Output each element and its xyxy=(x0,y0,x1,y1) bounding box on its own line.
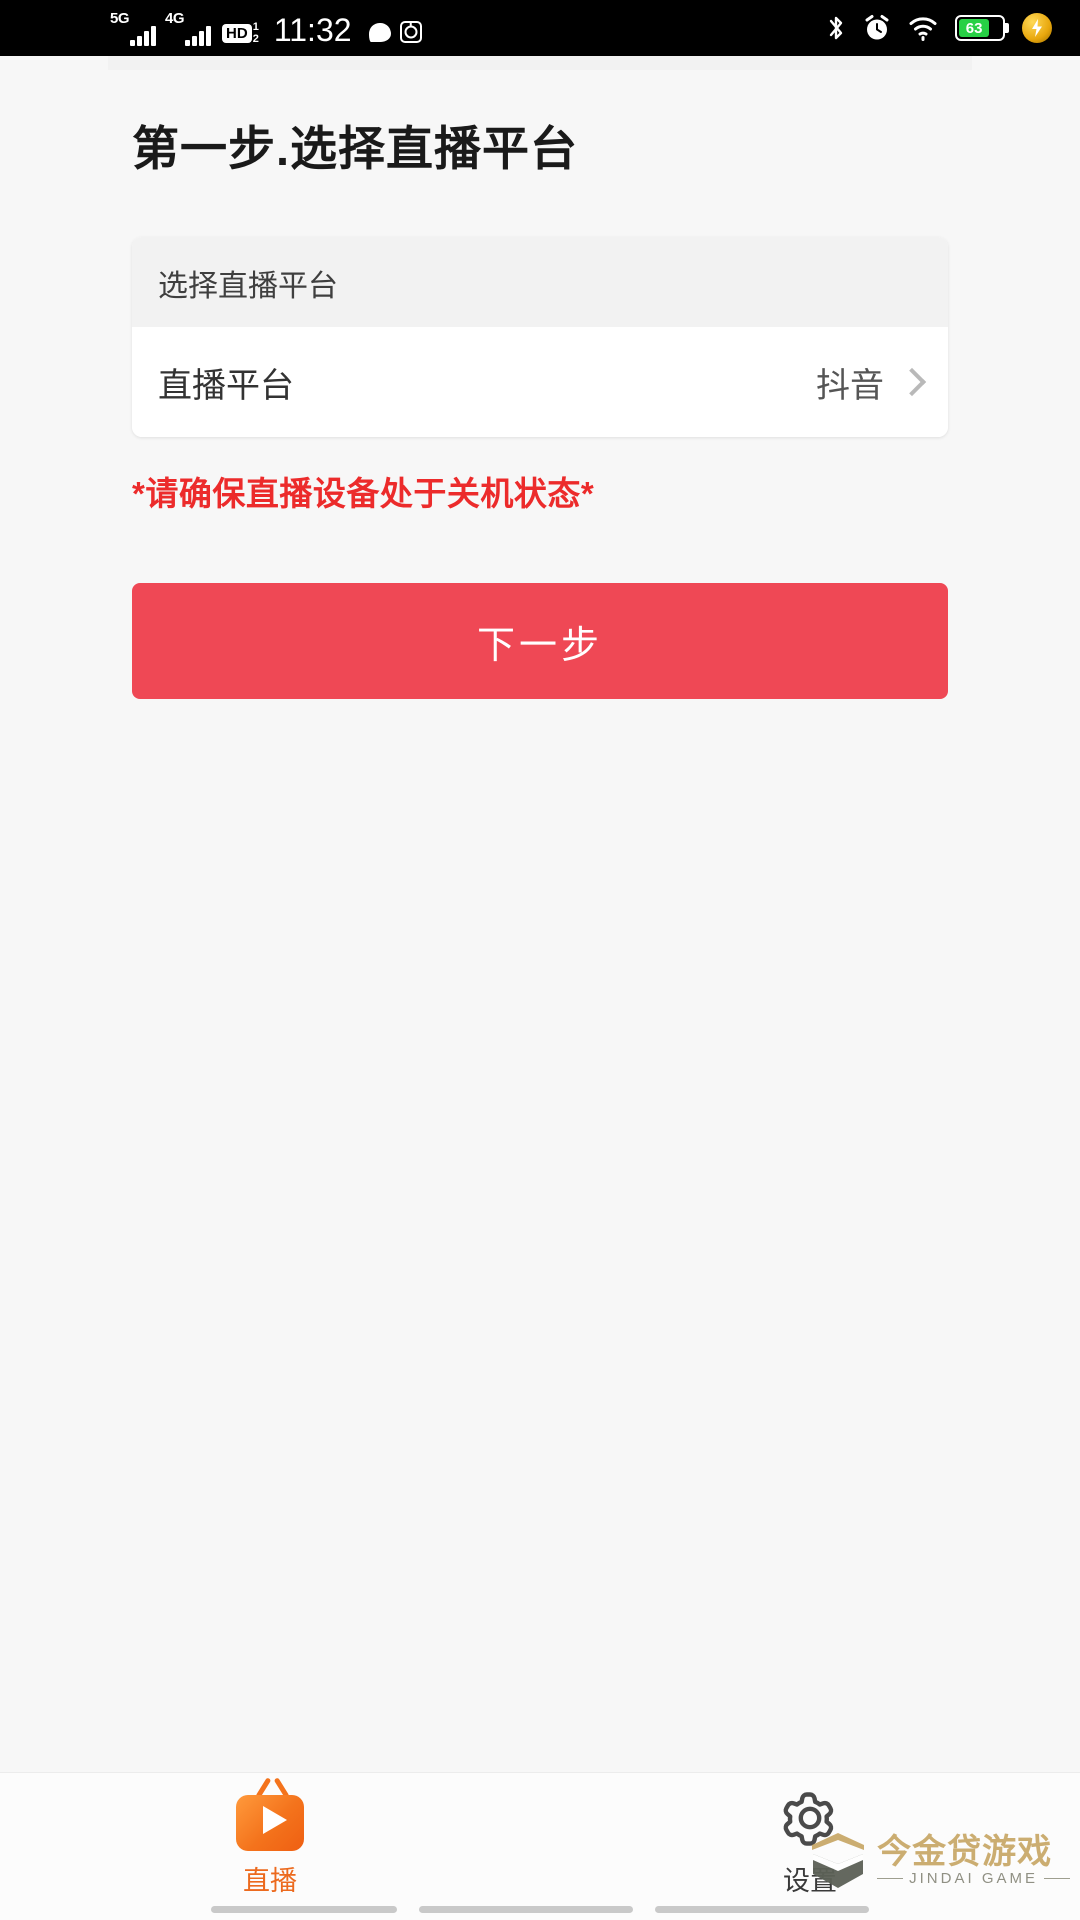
sim-slot-indicator: 1 2 xyxy=(253,22,259,45)
alarm-icon xyxy=(865,15,889,40)
signal-4g: 4G xyxy=(165,9,212,46)
card-header-label: 选择直播平台 xyxy=(132,237,948,327)
play-triangle xyxy=(263,1806,287,1834)
watermark: 今金贷游戏 JINDAI GAME xyxy=(809,1830,1070,1892)
battery-icon: 63 xyxy=(955,15,1005,41)
platform-row-value-group: 抖音 xyxy=(816,358,928,407)
tv-live-icon xyxy=(234,1777,306,1851)
wifi-icon xyxy=(909,17,937,41)
platform-select-card: 选择直播平台 直播平台 抖音 xyxy=(132,237,948,437)
top-spacer xyxy=(108,56,972,70)
status-bar-right: 63 xyxy=(826,13,1052,43)
fast-charge-icon xyxy=(1022,13,1052,43)
status-bar: 5G 4G HD 1 2 11:32 63 xyxy=(0,0,1080,56)
chevron-right-icon xyxy=(897,367,927,397)
gesture-navigation-bar[interactable] xyxy=(0,1906,1080,1916)
signal-bars-icon xyxy=(130,24,157,46)
camera-icon xyxy=(399,20,422,43)
gesture-pill-center xyxy=(419,1906,633,1913)
signal-bars-icon-2 xyxy=(185,24,212,46)
watermark-text: 今金贷游戏 JINDAI GAME xyxy=(877,1832,1070,1887)
network-type-label-secondary: 4G xyxy=(165,9,185,27)
gesture-pill-right xyxy=(655,1906,869,1913)
message-icon xyxy=(368,22,391,42)
signal-5g: 5G xyxy=(110,9,157,46)
sim-slot-bottom: 2 xyxy=(252,32,259,45)
platform-selected-value: 抖音 xyxy=(816,366,884,405)
watermark-main-text: 今金贷游戏 xyxy=(877,1832,1053,1871)
warning-text: *请确保直播设备处于关机状态* xyxy=(132,475,595,512)
nav-item-live[interactable]: 直播 xyxy=(0,1777,540,1898)
next-step-button[interactable]: 下一步 xyxy=(132,583,948,699)
hd-voice-icon: HD 1 2 xyxy=(222,22,259,45)
watermark-shield-icon xyxy=(812,1833,865,1888)
bluetooth-icon xyxy=(829,16,843,40)
gesture-pill-left xyxy=(211,1906,397,1913)
platform-select-row[interactable]: 直播平台 抖音 xyxy=(132,327,948,437)
page-title: 第一步.选择直播平台 xyxy=(132,122,579,175)
main-content: 第一步.选择直播平台 选择直播平台 直播平台 抖音 *请确保直播设备处于关机状态… xyxy=(0,56,1080,1772)
status-bar-clock: 11:32 xyxy=(273,11,352,48)
network-type-label-primary: 5G xyxy=(110,9,130,27)
platform-row-label: 直播平台 xyxy=(158,366,294,405)
watermark-sub-text: JINDAI GAME xyxy=(877,1870,1070,1887)
battery-percent-label: 63 xyxy=(965,19,983,37)
hd-label: HD xyxy=(222,24,252,44)
status-bar-left: 5G 4G HD 1 2 11:32 xyxy=(110,11,422,46)
nav-label-live: 直播 xyxy=(243,1866,297,1896)
